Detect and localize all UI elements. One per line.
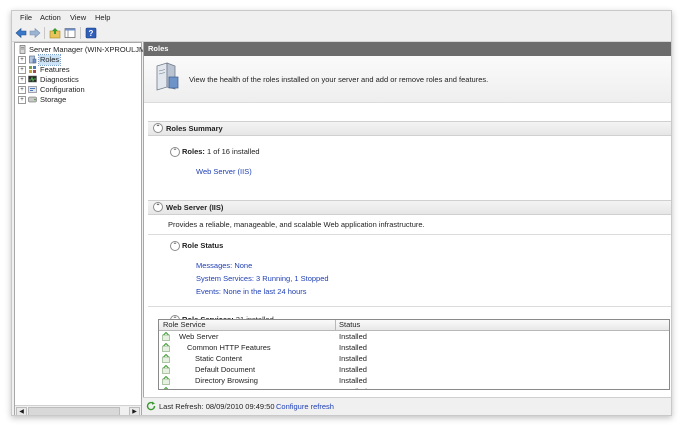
up-folder-icon[interactable] xyxy=(49,27,61,39)
divider xyxy=(148,234,671,235)
tree-item-diagnostics[interactable]: + Diagnostics xyxy=(15,75,95,85)
role-link-web-server[interactable]: Web Server (IIS) xyxy=(196,167,252,177)
installed-check-icon xyxy=(162,354,170,363)
expand-icon[interactable]: + xyxy=(18,76,26,84)
tree-item-label: Configuration xyxy=(40,85,85,94)
tree-root-label: Server Manager (WIN-XPROULJMA xyxy=(29,45,151,54)
tree-item-label: Storage xyxy=(40,95,67,104)
collapse-icon[interactable]: ⌃ xyxy=(153,202,163,212)
tree-item-label: Features xyxy=(40,65,70,74)
table-row[interactable]: Directory Browsing Installed xyxy=(159,375,669,386)
installed-check-icon xyxy=(162,365,170,374)
role-service-status: Installed xyxy=(339,386,367,389)
role-service-name: Default Document xyxy=(195,365,256,374)
role-service-name: Common HTTP Features xyxy=(187,343,271,352)
expand-icon[interactable]: + xyxy=(18,66,26,74)
divider xyxy=(148,306,671,307)
events-link[interactable]: Events: None in the last 24 hours xyxy=(196,287,306,297)
tree-item-features[interactable]: + Features xyxy=(15,65,95,75)
configure-refresh-link[interactable]: Configure refresh xyxy=(276,402,334,412)
roles-count-header: ⌃ Roles: 1 of 16 installed xyxy=(170,146,370,157)
section-roles-summary[interactable]: ⌃ Roles Summary xyxy=(148,121,671,136)
section-web-server[interactable]: ⌃ Web Server (IIS) xyxy=(148,200,671,215)
diagnostics-icon xyxy=(28,75,37,83)
roles-count: 1 of 16 installed xyxy=(207,147,260,156)
role-service-status: Installed xyxy=(339,332,367,341)
table-row[interactable]: Common HTTP Features Installed xyxy=(159,342,669,353)
status-bar: Last Refresh: 08/09/2010 09:49:50 Config… xyxy=(143,397,671,415)
menu-bar: File Action View Help xyxy=(12,11,671,24)
scrollbar-thumb[interactable] xyxy=(28,407,120,415)
web-server-description: Provides a reliable, manageable, and sca… xyxy=(168,220,425,229)
refresh-icon[interactable] xyxy=(146,401,156,411)
toolbar-separator xyxy=(44,27,45,39)
svg-text:?: ? xyxy=(89,29,94,38)
collapse-icon[interactable]: ⌃ xyxy=(153,123,163,133)
installed-check-icon xyxy=(163,387,169,389)
help-icon[interactable]: ? xyxy=(85,27,97,39)
roles-label: Roles: xyxy=(182,147,205,156)
role-service-name: Web Server xyxy=(179,332,219,341)
tree-item-roles[interactable]: + Roles xyxy=(15,54,95,66)
role-service-status: Installed xyxy=(339,354,367,363)
table-row[interactable]: Static Content Installed xyxy=(159,353,669,364)
tree-item-label: Roles xyxy=(37,54,62,66)
role-service-name: HTTP Errors xyxy=(195,386,237,389)
collapse-icon[interactable]: ⌃ xyxy=(170,241,180,251)
table-row[interactable]: HTTP Errors Installed xyxy=(159,386,669,389)
back-arrow-icon[interactable] xyxy=(15,27,27,39)
messages-link[interactable]: Messages: None xyxy=(196,261,252,271)
scroll-right-icon[interactable]: ▶ xyxy=(129,407,140,415)
navigation-tree: Server Manager (WIN-XPROULJMA + Roles + … xyxy=(14,42,150,415)
intro-panel: View the health of the roles installed o… xyxy=(144,56,671,103)
installed-check-icon xyxy=(162,343,170,352)
table-header: Role Service Status xyxy=(159,320,669,331)
role-service-status: Installed xyxy=(339,365,367,374)
show-hide-tree-icon[interactable] xyxy=(64,27,76,39)
role-service-status: Installed xyxy=(339,376,367,385)
last-refresh-text: Last Refresh: 08/09/2010 09:49:50 xyxy=(159,402,275,411)
menu-view[interactable]: View xyxy=(68,13,88,23)
intro-text: View the health of the roles installed o… xyxy=(189,75,489,84)
features-icon xyxy=(29,66,36,73)
section-title: Web Server (IIS) xyxy=(166,203,224,212)
expand-icon[interactable]: + xyxy=(18,56,26,64)
horizontal-scrollbar[interactable]: ◀ ▶ xyxy=(15,405,141,415)
expand-icon[interactable]: + xyxy=(18,96,26,104)
server-icon xyxy=(19,45,26,54)
column-divider[interactable] xyxy=(335,320,336,330)
column-header-role-service[interactable]: Role Service xyxy=(163,320,206,330)
scroll-left-icon[interactable]: ◀ xyxy=(16,407,27,415)
toolbar-separator xyxy=(80,27,81,39)
collapse-icon[interactable]: ⌃ xyxy=(170,147,180,157)
role-services-table: Role Service Status Web Server Installed C… xyxy=(158,319,670,390)
column-header-status[interactable]: Status xyxy=(339,320,360,330)
tree-root[interactable]: Server Manager (WIN-XPROULJMA xyxy=(15,45,150,55)
role-service-name: Static Content xyxy=(195,354,243,363)
pane-header-title: Roles xyxy=(144,42,671,56)
toolbar: ? xyxy=(12,25,671,42)
table-row[interactable]: Web Server Installed xyxy=(159,331,669,342)
table-row[interactable]: Default Document Installed xyxy=(159,364,669,375)
forward-arrow-icon[interactable] xyxy=(29,27,41,39)
system-services-link[interactable]: System Services: 3 Running, 1 Stopped xyxy=(196,274,329,284)
installed-check-icon xyxy=(162,332,170,341)
role-service-status: Installed xyxy=(339,343,367,352)
menu-action[interactable]: Action xyxy=(38,13,63,23)
role-status-header: ⌃ Role Status xyxy=(170,240,370,251)
section-title: Roles Summary xyxy=(166,124,223,133)
menu-help[interactable]: Help xyxy=(93,13,112,23)
configuration-icon xyxy=(28,86,37,93)
tree-item-configuration[interactable]: + Configuration xyxy=(15,85,95,95)
role-status-title: Role Status xyxy=(182,241,224,250)
expand-icon[interactable]: + xyxy=(18,86,26,94)
tree-item-label: Diagnostics xyxy=(40,75,79,84)
roles-server-icon xyxy=(156,62,179,91)
tree-item-storage[interactable]: + Storage xyxy=(15,95,95,105)
storage-icon xyxy=(28,96,37,103)
menu-file[interactable]: File xyxy=(18,13,34,23)
roles-icon xyxy=(29,55,37,64)
installed-check-icon xyxy=(162,376,170,385)
role-service-name: Directory Browsing xyxy=(195,376,258,385)
